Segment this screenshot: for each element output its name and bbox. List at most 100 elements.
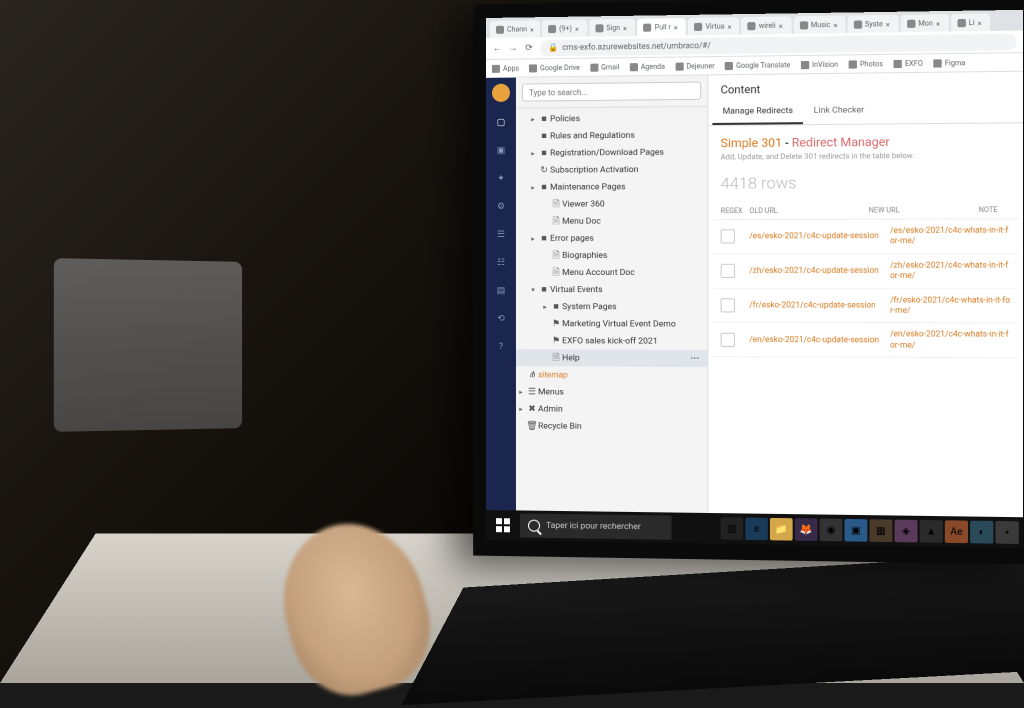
settings-section-icon[interactable]: ✦ bbox=[494, 172, 508, 186]
reload-icon[interactable]: ⟳ bbox=[524, 43, 534, 53]
tree-node[interactable]: 🗎Menu Doc bbox=[516, 212, 707, 230]
taskbar-app-icon[interactable]: ◈ bbox=[895, 520, 918, 543]
taskbar-app-icon[interactable]: ▲ bbox=[920, 520, 943, 543]
browser-tab[interactable]: (9+)× bbox=[542, 19, 587, 37]
search-input[interactable] bbox=[522, 82, 701, 102]
tree-node[interactable]: ↻Subscription Activation bbox=[516, 160, 707, 178]
browser-tab[interactable]: Music× bbox=[793, 16, 845, 34]
members-section-icon[interactable]: ☷ bbox=[494, 256, 508, 270]
close-icon[interactable]: × bbox=[623, 24, 629, 30]
browser-tab[interactable]: Sign× bbox=[589, 19, 635, 37]
expand-icon[interactable]: ▸ bbox=[528, 234, 538, 242]
browser-tab[interactable]: Li× bbox=[951, 13, 991, 31]
close-icon[interactable]: × bbox=[728, 23, 734, 29]
close-icon[interactable]: × bbox=[978, 19, 984, 25]
browser-tab[interactable]: Mon× bbox=[900, 14, 948, 32]
bookmark-item[interactable]: Google Drive bbox=[529, 63, 580, 72]
tree-node[interactable]: 🗎Viewer 360 bbox=[516, 195, 707, 213]
content-section-icon[interactable]: ▢ bbox=[494, 116, 508, 130]
back-icon[interactable]: ← bbox=[492, 43, 502, 53]
expand-icon[interactable]: ▸ bbox=[528, 115, 538, 123]
tree-node[interactable]: 🗎Help••• bbox=[516, 349, 707, 367]
tree-node[interactable]: ▸■Error pages bbox=[516, 229, 707, 247]
col-old-url[interactable]: OLD URL bbox=[749, 206, 868, 215]
browser-tab[interactable]: Virtua× bbox=[688, 17, 739, 35]
close-icon[interactable]: × bbox=[936, 20, 942, 26]
table-row[interactable]: /es/esko-2021/c4c-update-session/es/esko… bbox=[712, 219, 1018, 254]
tree-node[interactable]: ■Rules and Regulations bbox=[516, 126, 707, 145]
start-button[interactable] bbox=[490, 512, 516, 538]
close-icon[interactable]: × bbox=[779, 22, 785, 28]
bookmark-item[interactable]: Gmail bbox=[590, 63, 619, 71]
table-row[interactable]: /en/esko-2021/c4c-update-session/en/esko… bbox=[712, 323, 1018, 359]
browser-tab[interactable]: Syste× bbox=[847, 15, 898, 33]
taskbar-search[interactable]: Taper ici pour rechercher bbox=[520, 513, 672, 539]
media-section-icon[interactable]: ▣ bbox=[494, 144, 508, 158]
tree-node[interactable]: ▸■Maintenance Pages bbox=[516, 178, 707, 196]
taskbar-app-icon[interactable]: ◐ bbox=[970, 521, 993, 544]
help-icon[interactable]: ? bbox=[494, 340, 508, 354]
bookmark-item[interactable]: Figma bbox=[933, 59, 965, 68]
tree-node[interactable]: ⚑Marketing Virtual Event Demo bbox=[516, 315, 707, 333]
tree-node[interactable]: 🗎Menu Account Doc bbox=[516, 264, 707, 281]
regex-checkbox[interactable] bbox=[721, 298, 735, 312]
gear-icon[interactable]: ⚙ bbox=[494, 200, 508, 214]
taskbar-explorer-icon[interactable]: 📁 bbox=[770, 518, 793, 541]
bookmark-item[interactable]: EXFO bbox=[893, 59, 922, 68]
browser-tab[interactable]: wireli× bbox=[741, 16, 791, 34]
expand-icon[interactable]: ▸ bbox=[516, 388, 526, 396]
taskbar-firefox-icon[interactable]: 🦊 bbox=[795, 518, 818, 541]
regex-checkbox[interactable] bbox=[721, 230, 735, 244]
bookmark-item[interactable]: Photos bbox=[848, 60, 882, 69]
bookmark-item[interactable]: Agenda bbox=[630, 62, 665, 71]
tree-node[interactable]: 🗑Recycle Bin bbox=[516, 417, 707, 436]
table-row[interactable]: /zh/esko-2021/c4c-update-session/zh/esko… bbox=[712, 254, 1018, 289]
tree-node[interactable]: ▸✖Admin bbox=[516, 400, 707, 419]
regex-checkbox[interactable] bbox=[721, 332, 735, 346]
tree-node[interactable]: ⋔sitemap bbox=[516, 366, 707, 384]
close-icon[interactable]: × bbox=[886, 21, 892, 27]
close-icon[interactable]: × bbox=[674, 24, 680, 30]
bookmark-item[interactable]: Apps bbox=[492, 64, 519, 72]
expand-icon[interactable]: ▸ bbox=[540, 303, 550, 311]
bookmark-item[interactable]: Dejeuner bbox=[675, 62, 714, 71]
col-new-url[interactable]: NEW URL bbox=[869, 206, 979, 215]
table-row[interactable]: /fr/esko-2021/c4c-update-session/fr/esko… bbox=[712, 289, 1018, 324]
tree-node[interactable]: ▸■Policies bbox=[516, 109, 707, 128]
forms-section-icon[interactable]: ▤ bbox=[494, 284, 508, 298]
tree-node[interactable]: ⚑EXFO sales kick-off 2021 bbox=[516, 332, 707, 350]
node-actions-icon[interactable]: ••• bbox=[686, 353, 703, 363]
browser-tab[interactable]: Pull r× bbox=[637, 18, 686, 36]
browser-tab[interactable]: Chann× bbox=[490, 20, 540, 38]
close-icon[interactable]: × bbox=[834, 21, 840, 27]
forward-icon[interactable]: → bbox=[508, 43, 518, 53]
col-regex[interactable]: REGEX bbox=[721, 207, 750, 215]
expand-icon[interactable]: ▸ bbox=[528, 149, 538, 157]
sync-icon[interactable]: ⟲ bbox=[494, 312, 508, 326]
taskbar-app-icon[interactable]: ▦ bbox=[869, 519, 892, 542]
content-tab[interactable]: Manage Redirects bbox=[712, 100, 803, 125]
tree-node[interactable]: ▸☰Menus bbox=[516, 383, 707, 401]
taskbar-app-icon[interactable]: Ae bbox=[945, 520, 968, 543]
address-bar[interactable]: 🔒 cms-exfo.azurewebsites.net/umbraco/#/ bbox=[540, 33, 1017, 56]
umbraco-logo-icon[interactable] bbox=[492, 84, 510, 102]
taskbar-app-icon[interactable]: ▥ bbox=[721, 517, 744, 540]
expand-icon[interactable]: ▾ bbox=[528, 286, 538, 294]
users-section-icon[interactable]: ☰ bbox=[494, 228, 508, 242]
tree-node[interactable]: ▸■System Pages bbox=[516, 298, 707, 315]
taskbar-app-icon[interactable]: ▣ bbox=[844, 519, 867, 542]
expand-icon[interactable]: ▸ bbox=[528, 183, 538, 191]
taskbar-chrome-icon[interactable]: ◉ bbox=[820, 519, 843, 542]
bookmark-item[interactable]: InVision bbox=[801, 60, 838, 69]
tree-node[interactable]: 🗎Biographies bbox=[516, 247, 707, 264]
bookmark-item[interactable]: Google Translate bbox=[725, 61, 791, 70]
close-icon[interactable]: × bbox=[530, 26, 536, 32]
tree-node[interactable]: ▾■Virtual Events bbox=[516, 281, 707, 298]
content-tab[interactable]: Link Checker bbox=[803, 99, 874, 124]
close-icon[interactable]: × bbox=[575, 25, 581, 31]
tree-node[interactable]: ▸■Registration/Download Pages bbox=[516, 143, 707, 162]
col-note[interactable]: NOTE bbox=[979, 206, 1011, 214]
taskbar-app-icon[interactable]: ▪ bbox=[995, 521, 1018, 544]
expand-icon[interactable]: ▸ bbox=[516, 405, 526, 413]
regex-checkbox[interactable] bbox=[721, 264, 735, 278]
